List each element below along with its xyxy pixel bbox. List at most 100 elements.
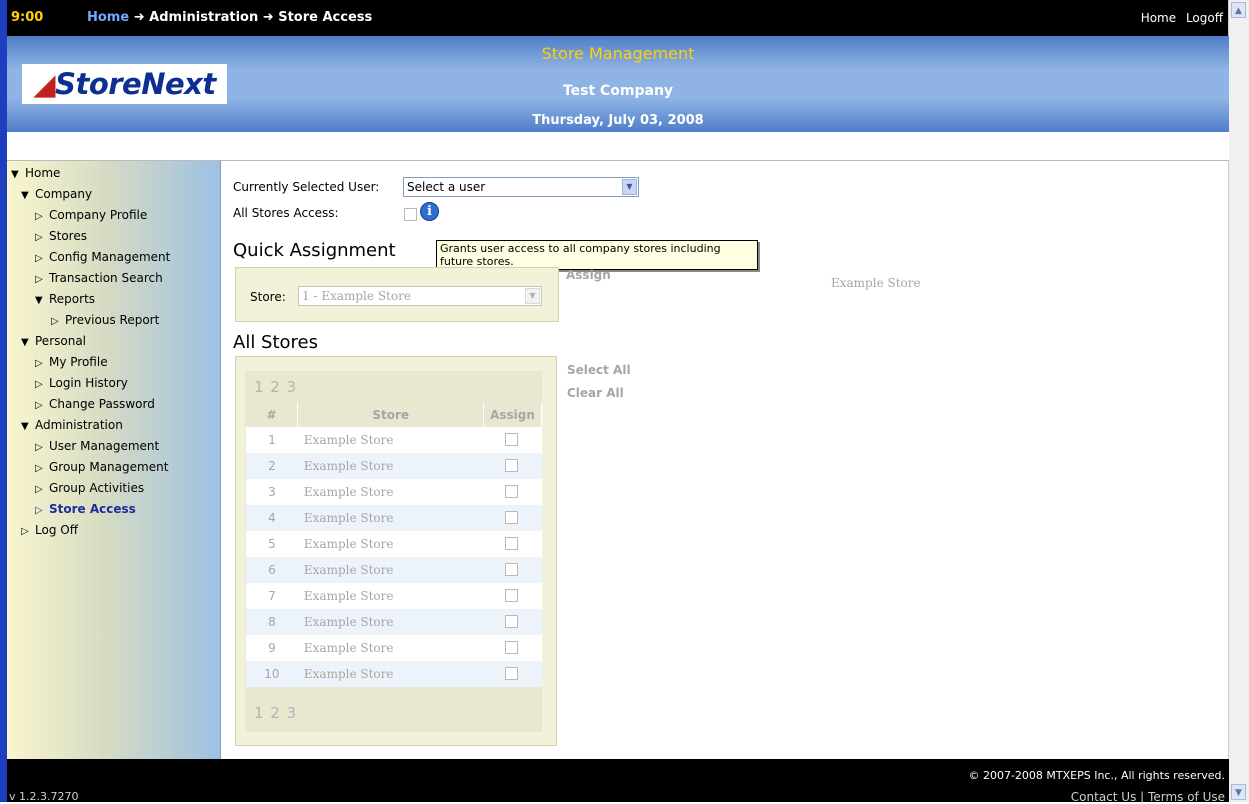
store-number: 4	[246, 505, 298, 531]
home-link[interactable]: Home	[1141, 11, 1176, 25]
sidebar-item-home[interactable]: ▼ Home	[7, 163, 220, 184]
stores-table-header: # Store Assign	[246, 403, 542, 427]
sidebar-item-store-access[interactable]: ▷ Store Access	[7, 499, 220, 520]
scroll-up-icon[interactable]: ▲	[1231, 2, 1246, 18]
column-header-number: #	[246, 403, 299, 427]
sidebar-item-user-management[interactable]: ▷ User Management	[7, 436, 220, 457]
expanded-triangle-icon[interactable]: ▼	[21, 332, 35, 353]
sidebar-item-group-activities[interactable]: ▷ Group Activities	[7, 478, 220, 499]
assign-checkbox[interactable]	[504, 459, 518, 472]
pager-top[interactable]: 1 2 3	[254, 378, 297, 396]
assign-checkbox[interactable]	[504, 537, 518, 550]
collapsed-triangle-icon[interactable]: ▷	[35, 374, 49, 395]
expanded-triangle-icon[interactable]: ▼	[21, 185, 35, 206]
assign-checkbox[interactable]	[504, 641, 518, 654]
assign-cell	[483, 531, 542, 557]
chevron-down-icon[interactable]: ▼	[622, 179, 637, 195]
assign-link[interactable]: Assign	[566, 268, 611, 282]
sidebar-nav: ▼ Home ▼ Company ▷ Company Profile ▷ Stores ▷ Con…	[7, 161, 221, 759]
assign-checkbox[interactable]	[504, 511, 518, 524]
chevron-down-icon[interactable]: ▼	[525, 288, 540, 304]
breadcrumb: Home ➜ Administration ➜ Store Access	[87, 10, 372, 25]
sidebar-item-label: Stores	[49, 229, 87, 243]
collapsed-triangle-icon[interactable]: ▷	[35, 479, 49, 500]
assign-cell	[483, 479, 542, 505]
collapsed-triangle-icon[interactable]: ▷	[35, 269, 49, 290]
sidebar-item-group-management[interactable]: ▷ Group Management	[7, 457, 220, 478]
user-select[interactable]: Select a user ▼	[403, 177, 639, 197]
top-links: Home Logoff	[1135, 11, 1223, 25]
store-name: Example Store	[297, 479, 484, 505]
sidebar-item-stores[interactable]: ▷ Stores	[7, 226, 220, 247]
sidebar-item-change-password[interactable]: ▷ Change Password	[7, 394, 220, 415]
assign-cell	[483, 505, 542, 531]
collapsed-triangle-icon[interactable]: ▷	[35, 353, 49, 374]
collapsed-triangle-icon[interactable]: ▷	[51, 311, 65, 332]
assign-checkbox[interactable]	[504, 667, 518, 680]
expanded-triangle-icon[interactable]: ▼	[21, 416, 35, 437]
sidebar-item-label: Company	[35, 187, 93, 201]
qa-store-select[interactable]: 1 - Example Store ▼	[298, 286, 542, 306]
sidebar-item-config-management[interactable]: ▷ Config Management	[7, 247, 220, 268]
collapsed-triangle-icon[interactable]: ▷	[35, 458, 49, 479]
assign-checkbox[interactable]	[504, 433, 518, 446]
breadcrumb-home-link[interactable]: Home	[87, 10, 129, 25]
assign-checkbox[interactable]	[504, 615, 518, 628]
all-stores-panel: 1 2 3 # Store Assign 1 Example Store 2 Exam…	[235, 356, 557, 746]
sidebar-item-login-history[interactable]: ▷ Login History	[7, 373, 220, 394]
page-header: ◢StoreNext Store Management Test Company…	[7, 36, 1229, 132]
collapsed-triangle-icon[interactable]: ▷	[21, 521, 35, 542]
stores-table: # Store Assign 1 Example Store 2 Example St…	[246, 403, 542, 687]
store-name: Example Store	[297, 453, 484, 479]
table-row: 3 Example Store	[246, 479, 542, 505]
table-row: 10 Example Store	[246, 661, 542, 687]
all-stores-title: All Stores	[233, 332, 318, 353]
info-icon[interactable]: i	[420, 202, 439, 221]
sidebar-item-previous-report[interactable]: ▷ Previous Report	[7, 310, 220, 331]
sidebar-item-label: Group Activities	[49, 481, 145, 495]
sidebar-item-transaction-search[interactable]: ▷ Transaction Search	[7, 268, 220, 289]
sidebar-item-label: Store Access	[49, 502, 136, 516]
scroll-down-icon[interactable]: ▼	[1231, 784, 1246, 800]
sidebar-item-label: Company Profile	[49, 208, 148, 222]
assign-checkbox[interactable]	[504, 589, 518, 602]
expanded-triangle-icon[interactable]: ▼	[35, 290, 49, 311]
collapsed-triangle-icon[interactable]: ▷	[35, 227, 49, 248]
sidebar-item-label: Config Management	[49, 250, 171, 264]
sidebar-item-reports[interactable]: ▼ Reports	[7, 289, 220, 310]
all-stores-access-label: All Stores Access:	[233, 206, 339, 220]
table-row: 4 Example Store	[246, 505, 542, 531]
collapsed-triangle-icon[interactable]: ▷	[35, 206, 49, 227]
main-content: Currently Selected User: Select a user ▼…	[221, 161, 1229, 759]
store-number: 8	[246, 609, 298, 635]
clear-all-link[interactable]: Clear All	[567, 386, 624, 400]
collapsed-triangle-icon[interactable]: ▷	[35, 248, 49, 269]
expanded-triangle-icon[interactable]: ▼	[11, 164, 25, 185]
assign-cell	[483, 557, 542, 583]
sidebar-item-personal[interactable]: ▼ Personal	[7, 331, 220, 352]
sidebar-item-my-profile[interactable]: ▷ My Profile	[7, 352, 220, 373]
store-number: 6	[246, 557, 298, 583]
sidebar-item-company-profile[interactable]: ▷ Company Profile	[7, 205, 220, 226]
collapsed-triangle-icon[interactable]: ▷	[35, 437, 49, 458]
assign-checkbox[interactable]	[504, 563, 518, 576]
assign-checkbox[interactable]	[504, 485, 518, 498]
store-number: 2	[246, 453, 298, 479]
pager-bottom[interactable]: 1 2 3	[254, 704, 297, 722]
logoff-link[interactable]: Logoff	[1186, 11, 1223, 25]
sidebar-item-label: Change Password	[49, 397, 155, 411]
collapsed-triangle-icon[interactable]: ▷	[35, 395, 49, 416]
sidebar-item-company[interactable]: ▼ Company	[7, 184, 220, 205]
breadcrumb-arrow-icon: ➜	[262, 10, 274, 25]
store-name: Example Store	[297, 427, 484, 453]
vertical-scrollbar[interactable]: ▲ ▼	[1228, 0, 1249, 802]
all-stores-access-checkbox[interactable]	[404, 208, 417, 221]
all-stores-tooltip: Grants user access to all company stores…	[436, 240, 758, 270]
sidebar-item-administration[interactable]: ▼ Administration	[7, 415, 220, 436]
select-all-link[interactable]: Select All	[567, 363, 631, 377]
selected-user-label: Currently Selected User:	[233, 180, 380, 194]
column-header-assign: Assign	[483, 403, 542, 427]
breadcrumb-administration[interactable]: Administration	[149, 10, 258, 25]
sidebar-item-log-off[interactable]: ▷ Log Off	[7, 520, 220, 541]
collapsed-triangle-icon[interactable]: ▷	[35, 500, 49, 521]
